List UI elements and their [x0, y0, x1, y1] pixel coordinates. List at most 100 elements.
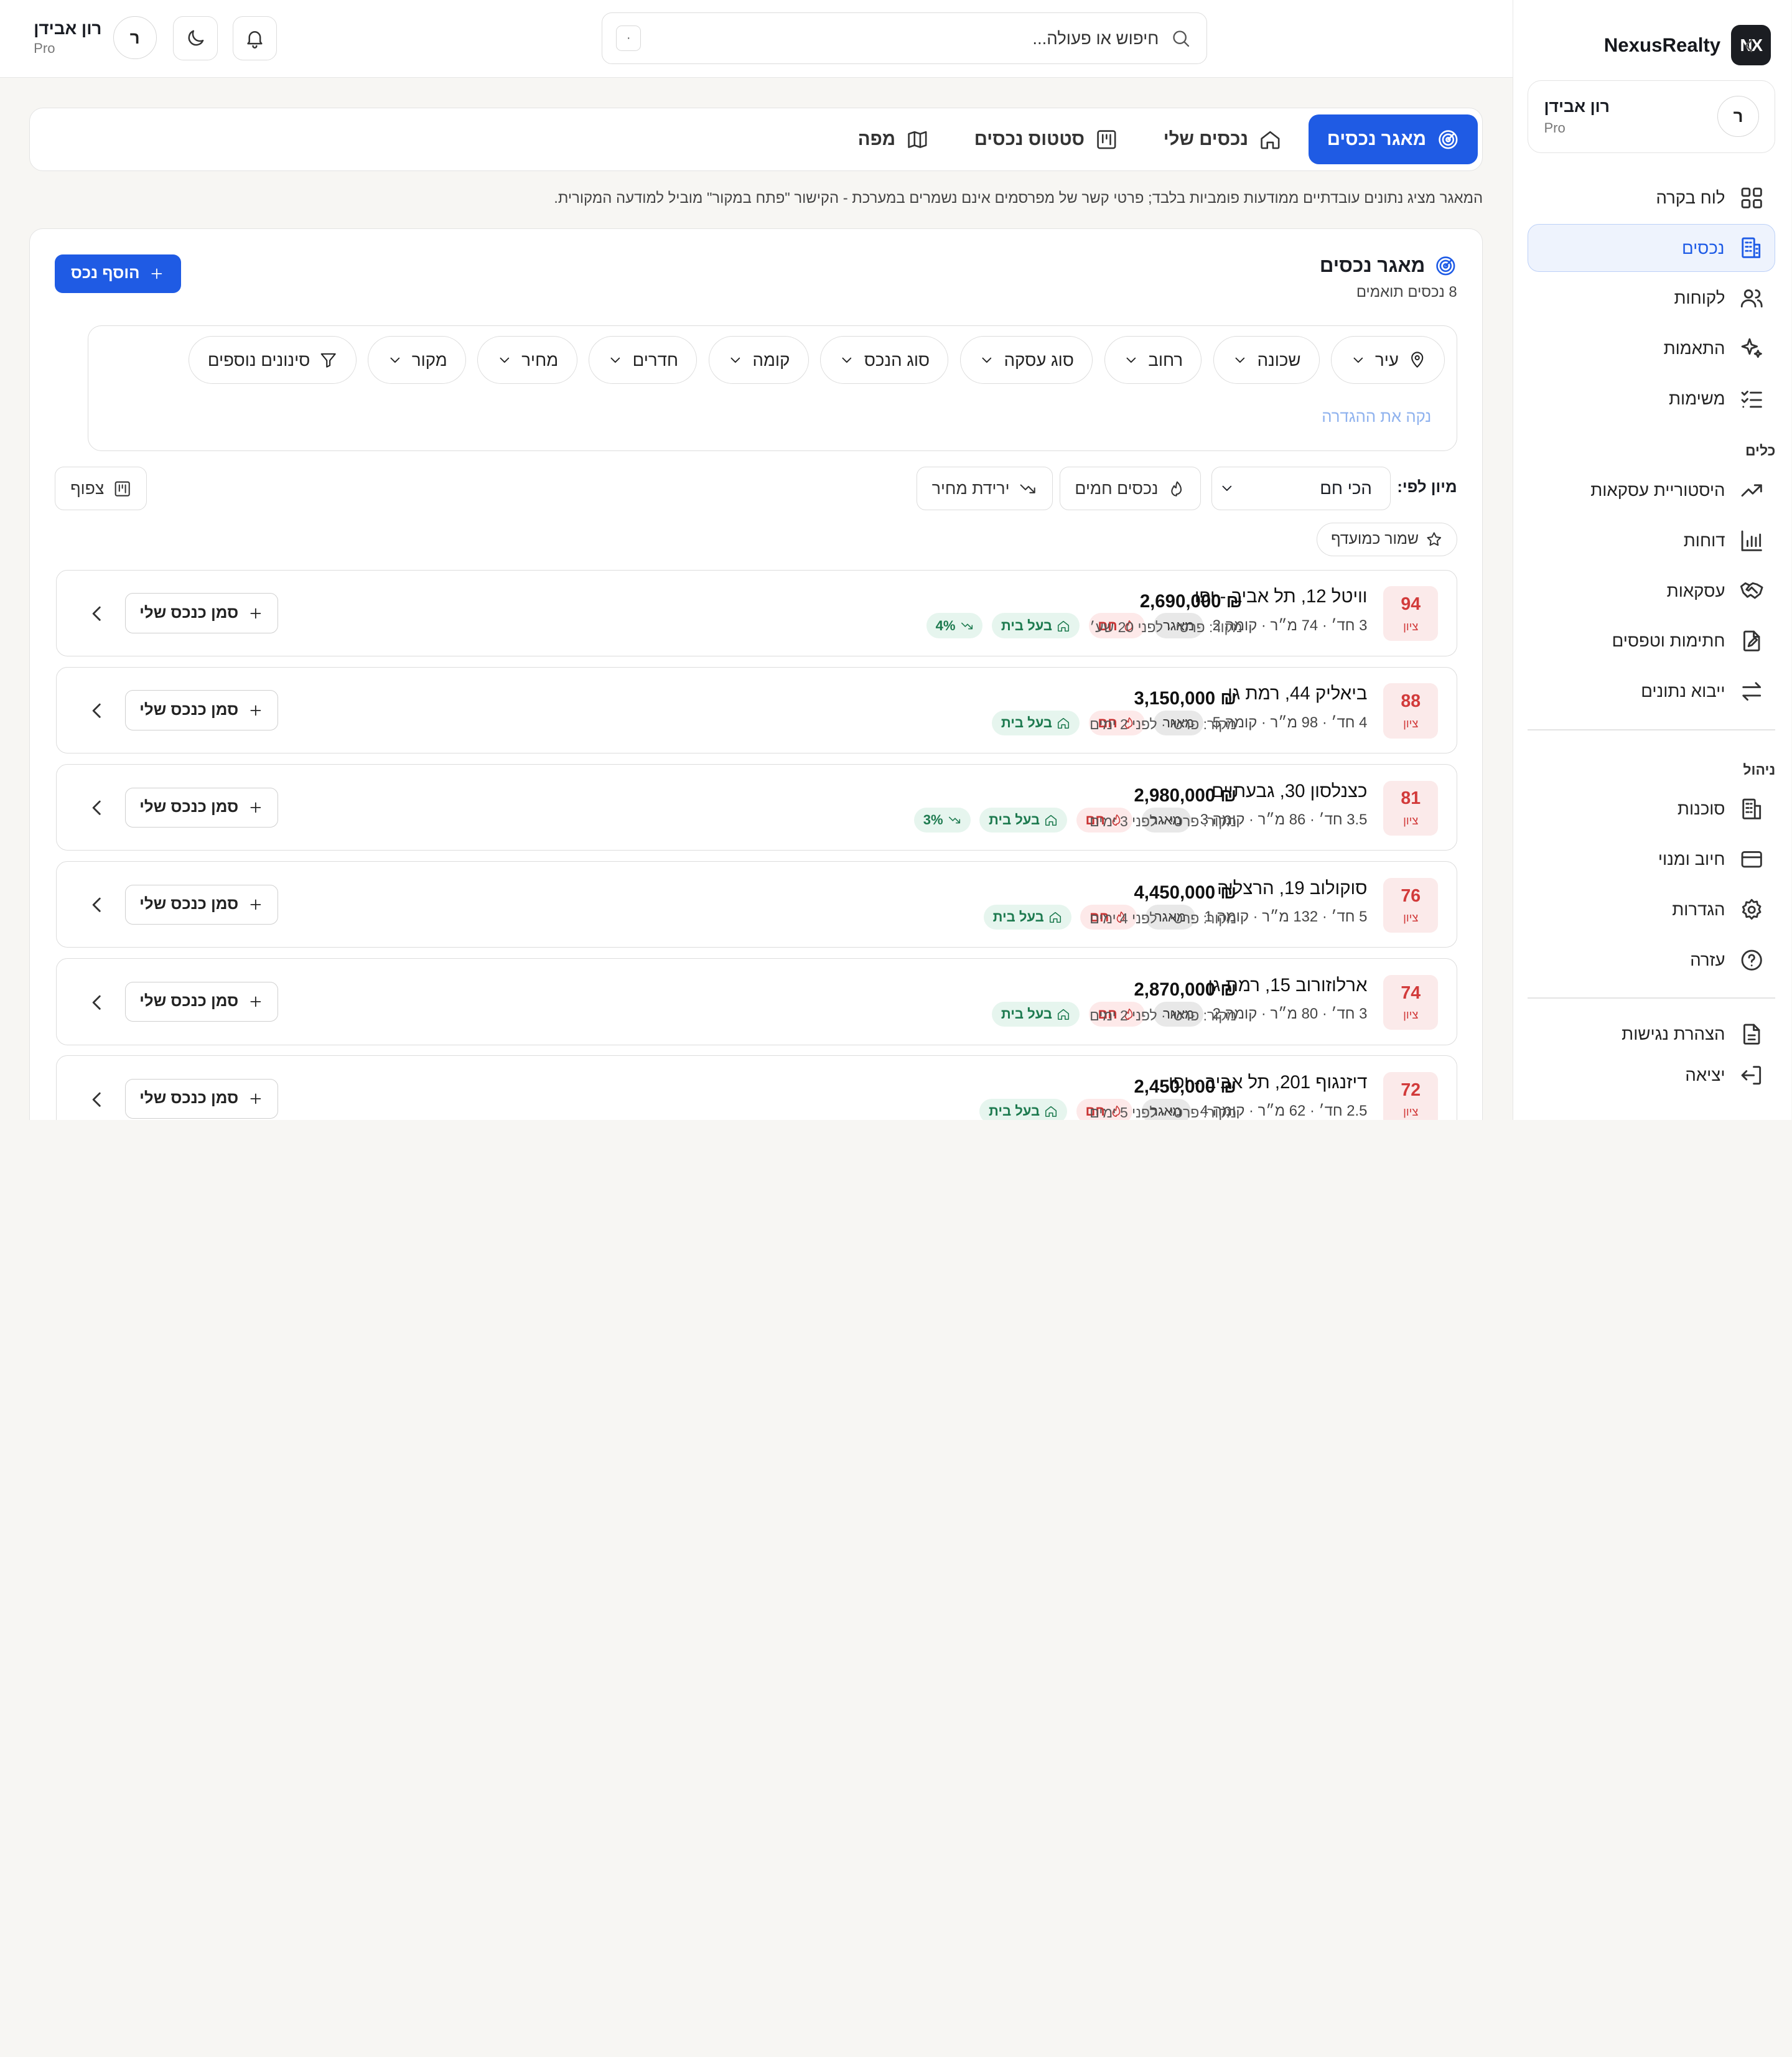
- sidebar-item-billing[interactable]: חיוב ומנוי: [1528, 836, 1776, 884]
- tab-label: נכסים שלי: [1164, 129, 1249, 150]
- search-input[interactable]: [653, 28, 1160, 49]
- table-row[interactable]: 74 ציון ארלוזורוב 15, רמת גן 3 חד׳ · 80 …: [56, 958, 1458, 1045]
- sidebar-item-deal-history[interactable]: היסטוריית עסקאות: [1528, 466, 1776, 514]
- sidebar-item-logout[interactable]: יציאה: [1528, 1058, 1776, 1093]
- score-badge: 76 ציון: [1384, 877, 1439, 933]
- listing-address[interactable]: ביאליק 44, רמת גן: [1228, 683, 1368, 704]
- mark-as-mine-button[interactable]: סמן כנכס שלי: [126, 1078, 279, 1119]
- sidebar-item-properties[interactable]: נכסים: [1528, 223, 1776, 273]
- flame-icon: [1168, 480, 1186, 498]
- listing-price-block: ₪ 2,980,000 מקור: פרטי · לפני 3 ימים: [1090, 785, 1237, 830]
- table-row[interactable]: 94 ציון וויטל 12, תל אביב - יפו 3 חד׳ · …: [56, 569, 1458, 657]
- sidebar-item-clients[interactable]: לקוחות: [1528, 274, 1776, 322]
- sidebar-item-import[interactable]: ייבוא נתונים: [1528, 668, 1776, 716]
- chevron-left-icon[interactable]: [85, 892, 110, 917]
- filter-price[interactable]: מחיר: [478, 336, 578, 385]
- mark-as-mine-label: סמן כנכס שלי: [140, 895, 240, 913]
- sort-select[interactable]: הכי חם: [1211, 467, 1392, 511]
- tab-my-properties[interactable]: נכסים שלי: [1146, 114, 1300, 165]
- sidebar-item-accessibility[interactable]: הצהרת נגישות: [1528, 1012, 1776, 1056]
- mark-as-mine-button[interactable]: סמן כנכס שלי: [126, 787, 279, 828]
- filter-label: עיר: [1375, 350, 1399, 370]
- sidebar-item-tasks[interactable]: משימות: [1528, 375, 1776, 422]
- listing-source: מקור: פרטי · לפני 4 ימים: [1090, 910, 1238, 926]
- sidebar-item-label: לוח בקרה: [1656, 187, 1726, 207]
- sidebar-item-reports[interactable]: דוחות: [1528, 516, 1776, 564]
- listing-price-block: ₪ 2,870,000 מקור: פרטי · לפני 2 ימים: [1090, 979, 1237, 1024]
- hot-properties-button[interactable]: נכסים חמים: [1060, 467, 1202, 511]
- tab-map[interactable]: מפה: [840, 114, 947, 165]
- chevron-left-icon[interactable]: [85, 795, 110, 820]
- kanban-icon: [114, 480, 132, 498]
- price-drop-value: 4%: [936, 617, 956, 633]
- map-icon: [907, 128, 930, 151]
- chevron-left-icon[interactable]: [85, 1087, 110, 1112]
- save-favorite-button[interactable]: שמור כמועדף: [1317, 523, 1458, 556]
- listing-price-block: ₪ 4,450,000 מקור: פרטי · לפני 4 ימים: [1090, 882, 1237, 927]
- filter-neighborhood[interactable]: שכונה: [1213, 336, 1320, 385]
- chevron-left-icon[interactable]: [85, 698, 110, 723]
- mark-as-mine-button[interactable]: סמן כנכס שלי: [126, 981, 279, 1022]
- clear-filters-link[interactable]: נקה את ההגדרה: [1322, 408, 1432, 426]
- price-drop-button[interactable]: ירידת מחיר: [917, 467, 1053, 511]
- mark-as-mine-button[interactable]: סמן כנכס שלי: [126, 690, 279, 730]
- office-icon: [1740, 796, 1765, 821]
- sidebar-item-matches[interactable]: התאמות: [1528, 325, 1776, 373]
- main-content: מאגר נכסים נכסים שלי סטטוס נכסים מפה המא…: [29, 107, 1484, 1120]
- filter-rooms[interactable]: חדרים: [589, 336, 698, 385]
- filter-city[interactable]: עיר: [1332, 336, 1446, 385]
- density-toggle-button[interactable]: צפוף: [55, 467, 148, 511]
- sidebar-item-dashboard[interactable]: לוח בקרה: [1528, 174, 1776, 222]
- building-icon: [1739, 235, 1764, 260]
- mark-as-mine-button[interactable]: סמן כנכס שלי: [126, 884, 279, 925]
- add-property-button[interactable]: הוסף נכס: [55, 254, 182, 294]
- chevron-left-icon[interactable]: [85, 990, 110, 1015]
- listing-address[interactable]: סוקולוב 19, הרצליה: [1218, 878, 1368, 899]
- filter-floor[interactable]: קומה: [709, 336, 810, 385]
- sidebar-item-help[interactable]: עזרה: [1528, 936, 1776, 984]
- sidebar-item-label: חתימות וטפסים: [1612, 631, 1726, 651]
- user-plan: Pro: [1544, 119, 1566, 136]
- owner-badge-label: בעל בית: [1001, 617, 1053, 633]
- filter-source[interactable]: מקור: [368, 336, 467, 385]
- trend-down-icon: [948, 813, 962, 827]
- property-pool-panel: מאגר נכסים 8 נכסים תואמים הוסף נכס עיר ש…: [29, 228, 1484, 1120]
- panel-title-text: מאגר נכסים: [1320, 254, 1426, 277]
- filter-label: סוג עסקה: [1004, 350, 1075, 370]
- theme-toggle-button[interactable]: [174, 16, 218, 61]
- table-row[interactable]: 81 ציון כצנלסון 30, גבעתיים 3.5 חד׳ · 86…: [56, 763, 1458, 851]
- home-icon: [1049, 910, 1063, 924]
- table-row[interactable]: 76 ציון סוקולוב 19, הרצליה 5 חד׳ · 132 מ…: [56, 861, 1458, 948]
- save-favorite-label: שמור כמועדף: [1332, 530, 1420, 548]
- plus-icon: [248, 605, 264, 622]
- header-user[interactable]: רון אבידן Pro ר: [34, 16, 157, 60]
- sidebar-section-admin: ניהול: [1743, 761, 1776, 778]
- chevron-left-icon[interactable]: [1738, 34, 1761, 57]
- search-box[interactable]: ·: [602, 12, 1208, 64]
- sidebar-user-card[interactable]: ר רון אבידן Pro: [1528, 80, 1776, 154]
- tab-property-status[interactable]: סטטוס נכסים: [956, 114, 1136, 165]
- sidebar-item-deals[interactable]: עסקאות: [1528, 567, 1776, 615]
- sidebar-nav-main: לוח בקרה נכסים לקוחות התאמות משימות כלים: [1528, 174, 1776, 1094]
- notifications-button[interactable]: [233, 16, 278, 61]
- chevron-left-icon[interactable]: [85, 601, 110, 626]
- home-icon: [1057, 619, 1071, 633]
- sidebar-item-signatures[interactable]: חתימות וטפסים: [1528, 617, 1776, 665]
- score-badge: 94 ציון: [1384, 586, 1439, 641]
- listing-price: ₪ 4,450,000: [1134, 882, 1238, 903]
- sidebar-item-settings[interactable]: הגדרות: [1528, 885, 1776, 933]
- tab-property-pool[interactable]: מאגר נכסים: [1309, 114, 1478, 165]
- filter-street[interactable]: רחוב: [1104, 336, 1203, 385]
- more-filters-button[interactable]: סינונים נוספים: [189, 336, 357, 385]
- listing-source: מקור: פרטי · לפני 3 ימים: [1090, 813, 1238, 829]
- tab-label: סטטוס נכסים: [974, 129, 1086, 150]
- filter-property-type[interactable]: סוג הנכס: [821, 336, 950, 385]
- filter-deal-type[interactable]: סוג עסקה: [960, 336, 1094, 385]
- table-row[interactable]: 72 ציון דיזנגוף 201, תל אביב - יפו 2.5 ח…: [56, 1055, 1458, 1120]
- mark-as-mine-button[interactable]: סמן כנכס שלי: [126, 593, 279, 633]
- sidebar-item-agency[interactable]: סוכנות: [1528, 785, 1776, 833]
- score-value: 81: [1401, 788, 1422, 809]
- table-row[interactable]: 88 ציון ביאליק 44, רמת גן 4 חד׳ · 98 מ״ר…: [56, 666, 1458, 754]
- plus-icon: [248, 897, 264, 913]
- price-drop-badge: 4%: [926, 613, 984, 638]
